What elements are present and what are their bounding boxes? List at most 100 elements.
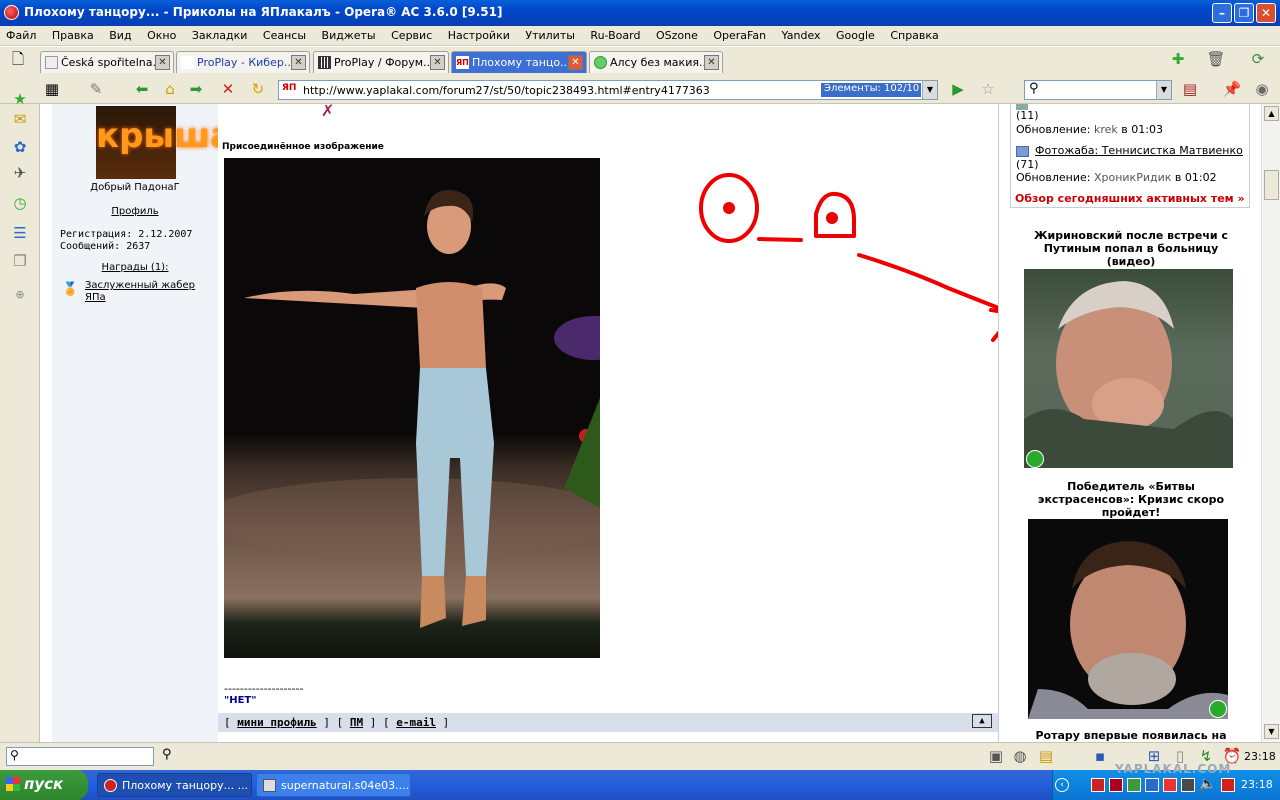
address-dropdown-icon[interactable]: ▼ [922,81,937,99]
tiles-icon[interactable]: ▦ [42,80,62,98]
taskbar-item-player[interactable]: supernatural.s04e03.... [256,773,411,797]
translate-icon[interactable]: ▤ [1180,80,1200,98]
search-input[interactable]: ⚲ ▼ [1024,80,1172,100]
images-icon[interactable]: ▤ [1036,747,1056,765]
tray-app-icon[interactable] [1109,778,1123,792]
tray-app-icon[interactable] [1091,778,1105,792]
find-button-icon[interactable]: ⚲ [162,747,172,762]
message-count: Сообщений: 2637 [60,241,151,252]
pm-link[interactable]: ПМ [350,716,363,729]
panel-widgets-icon[interactable]: ✿ [11,138,29,156]
trash-icon[interactable]: 🗑 [1206,50,1226,68]
menu-google[interactable]: Google [830,26,881,42]
stop-icon[interactable]: ✕ [218,80,238,98]
taskbar-clock: 23:18 [1241,778,1273,791]
topic2-link[interactable]: Фотожаба: Теннисистка Матвиенко [1035,144,1243,157]
network-icon[interactable]: ◍ [1010,747,1030,765]
taskbar-item-opera[interactable]: Плохому танцору... ... [97,773,252,797]
menu-widgets[interactable]: Виджеты [316,26,382,42]
news-title-3[interactable]: Ротару впервые появилась на [1019,729,1243,742]
menu-ruboard[interactable]: Ru-Board [584,26,646,42]
portrait-photo [1024,281,1233,468]
site-watermark: YAPLAKAL.COM [1115,762,1232,776]
tray-app-icon[interactable] [1181,778,1195,792]
minimize-button[interactable]: – [1212,3,1232,23]
pencil-icon[interactable]: ✎ [86,80,106,98]
menu-file[interactable]: Файл [0,26,42,42]
panel-add-icon[interactable]: ⊕ [11,286,29,304]
menu-operafan[interactable]: OperaFan [707,26,772,42]
forward-arrow-icon[interactable]: ➡ [186,80,206,98]
topic2-user[interactable]: ХроникРидик [1094,171,1171,184]
panel-links-icon[interactable]: ☰ [11,224,29,242]
start-button[interactable]: пуск [0,770,88,800]
scroll-up-icon[interactable]: ▲ [1264,106,1279,121]
maximize-button[interactable]: ❐ [1234,3,1254,23]
close-button[interactable]: ✕ [1256,3,1276,23]
vertical-scrollbar[interactable]: ▲ ▼ [1261,104,1280,742]
panel-windows-icon[interactable]: ❐ [11,252,29,270]
news-image-2[interactable] [1028,519,1228,719]
menu-view[interactable]: Вид [103,26,137,42]
save-icon[interactable]: ▪ [1090,747,1110,765]
menu-service[interactable]: Сервис [385,26,438,42]
eye-icon[interactable]: ◉ [1252,80,1272,98]
panel-notes-icon[interactable]: ✉ [11,110,29,128]
pin-icon[interactable]: 📌 [1222,80,1242,98]
panel-history-icon[interactable]: ◷ [11,194,29,212]
reload-page-icon[interactable]: ⟳ [1248,50,1268,68]
tray-expand-icon[interactable]: ‹ [1055,778,1069,792]
overview-link[interactable]: Обзор сегодняшних активных тем » [1015,192,1245,205]
home-icon[interactable]: ⌂ [160,80,180,98]
tab-alsu[interactable]: Алсу без макия... ✕ [589,51,723,73]
email-link[interactable]: e-mail [396,716,436,729]
volume-icon[interactable]: 🔈 [1199,776,1216,792]
awards-link[interactable]: Награды (1): [52,262,218,273]
tab-close-icon[interactable]: ✕ [430,55,445,70]
menu-bookmarks[interactable]: Закладки [186,26,254,42]
scroll-down-icon[interactable]: ▼ [1264,724,1279,739]
scroll-thumb[interactable] [1264,170,1279,200]
menu-help[interactable]: Справка [884,26,944,42]
news-title-2[interactable]: Победитель «Битвы экстрасенсов»: Кризис … [1019,480,1243,519]
tab-proplay-cyber[interactable]: ProPlay - Кибер... ✕ [176,51,310,73]
menu-yandex[interactable]: Yandex [776,26,827,42]
topic1-user[interactable]: krek [1094,123,1118,136]
reload-icon[interactable]: ↻ [248,80,268,98]
bookmark-add-icon[interactable]: ✚ [1168,50,1188,68]
mini-profile-link[interactable]: мини профиль [237,716,316,729]
news-title-1[interactable]: Жириновский после встречи с Путиным попа… [1019,229,1243,268]
back-arrow-icon[interactable]: ⬅ [132,80,152,98]
search-dropdown-icon[interactable]: ▼ [1156,81,1171,99]
profile-link[interactable]: Профиль [52,206,218,217]
tab-close-icon[interactable]: ✕ [568,55,583,70]
award-link[interactable]: Заслуженный жабер ЯПа [85,280,209,304]
info-icon[interactable]: ▣ [986,747,1006,765]
menu-sessions[interactable]: Сеансы [257,26,312,42]
news-image-1[interactable] [1024,269,1233,468]
new-page-icon[interactable]: 🗋 [8,50,28,68]
go-icon[interactable]: ▶ [948,80,968,98]
tray-antivirus-icon[interactable] [1221,778,1235,792]
menu-settings[interactable]: Настройки [442,26,516,42]
star-icon[interactable]: ☆ [978,80,998,98]
tray-network-icon[interactable] [1145,778,1159,792]
find-input[interactable]: ⚲ [6,747,154,766]
tab-ceska[interactable]: Česká spořitelna... ✕ [40,51,174,73]
menu-oszone[interactable]: OSzone [650,26,704,42]
panel-bookmarks-icon[interactable]: ★ [11,90,29,108]
panel-transfers-icon[interactable]: ✈ [11,164,29,182]
tab-close-icon[interactable]: ✕ [155,55,170,70]
tray-app-icon[interactable] [1163,778,1177,792]
tray-app-icon[interactable] [1127,778,1141,792]
tab-yaplakal-active[interactable]: ЯП Плохому танцо... ✕ [451,51,587,73]
menu-utilities[interactable]: Утилиты [519,26,581,42]
address-bar[interactable]: ЯП http://www.yaplakal.com/forum27/st/50… [278,80,938,100]
menu-edit[interactable]: Правка [46,26,100,42]
menu-window[interactable]: Окно [141,26,182,42]
tab-proplay-forum[interactable]: ProPlay / Форум... ✕ [313,51,449,73]
tab-close-icon[interactable]: ✕ [291,55,306,70]
scroll-top-icon[interactable]: ▲ [972,714,992,728]
globe-icon [594,56,607,69]
tab-close-icon[interactable]: ✕ [704,55,719,70]
